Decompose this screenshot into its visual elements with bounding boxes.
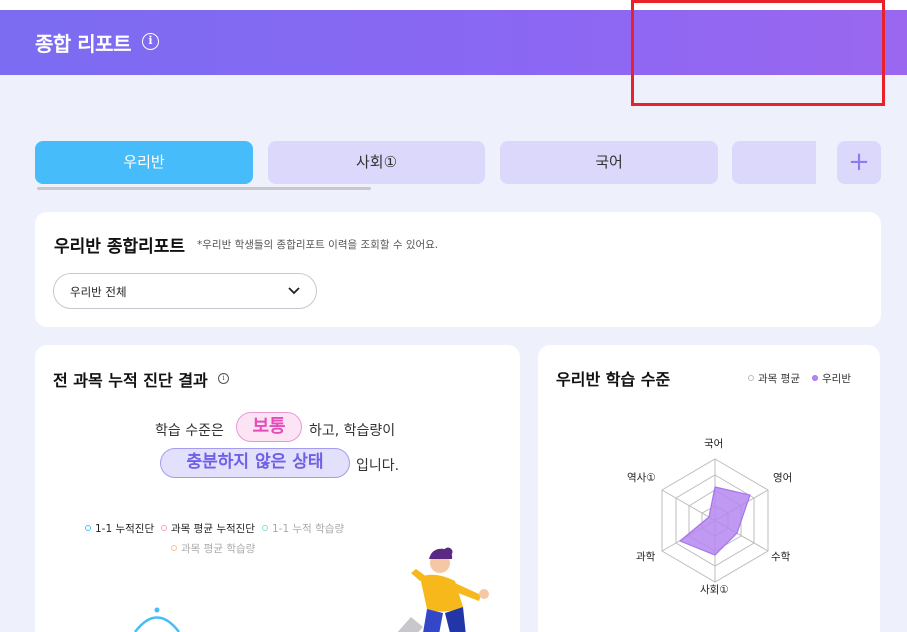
class-select[interactable]: 우리반 전체: [53, 273, 317, 309]
class-select-value: 우리반 전체: [70, 285, 127, 299]
diagnosis-curve: [134, 616, 180, 632]
level-card: 우리반 학습 수준 과목 평균 우리반 국어 영어 수학 사회① 과학 역사①: [538, 345, 880, 632]
info-icon[interactable]: i: [142, 33, 159, 50]
tab-korean[interactable]: 국어: [500, 141, 718, 184]
tab-scrollbar[interactable]: [37, 187, 371, 190]
radar-axis-label: 수학: [771, 551, 791, 563]
add-tab-button[interactable]: +: [837, 141, 881, 184]
radar-axis-label: 과학: [636, 551, 656, 563]
page-title: 종합 리포트: [35, 32, 131, 56]
radar-axis-label: 사회①: [700, 584, 729, 596]
plus-icon: +: [848, 147, 870, 177]
diagnosis-illustration: [134, 547, 489, 632]
diagnosis-peak: [154, 607, 160, 613]
radar-axis-label: 영어: [773, 472, 793, 484]
radar-series-our-class: [678, 486, 751, 556]
tab-our-class[interactable]: 우리반: [35, 141, 253, 184]
radar-axis-label: 역사①: [627, 472, 656, 484]
tab-partial[interactable]: [732, 141, 816, 184]
summary-title: 우리반 종합리포트: [54, 237, 186, 257]
chevron-down-icon: [288, 287, 300, 295]
diagnosis-card: 전 과목 누적 진단 결과 i 학습 수준은 보통 하고, 학습량이 충분하지 …: [35, 345, 520, 632]
running-character-icon: [397, 547, 489, 632]
radar-axis-label: 국어: [704, 438, 724, 450]
summary-card: 우리반 종합리포트 *우리반 학생들의 종합리포트 이력을 조회할 수 있어요.…: [35, 212, 881, 327]
tab-social[interactable]: 사회①: [268, 141, 485, 184]
highlight-box: [631, 0, 885, 106]
summary-note: *우리반 학생들의 종합리포트 이력을 조회할 수 있어요.: [197, 239, 439, 251]
